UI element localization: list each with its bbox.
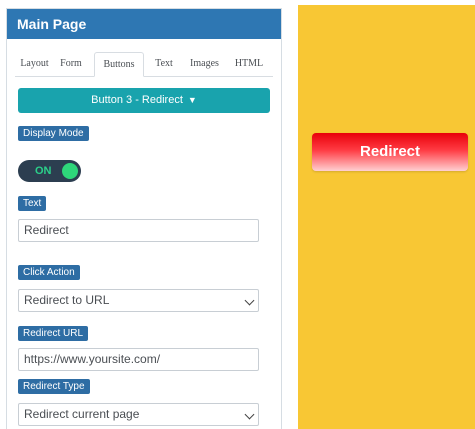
tab-bar: Layout Form Buttons Text Images HTML xyxy=(15,52,273,77)
redirect-preview-button[interactable]: Redirect xyxy=(312,133,468,171)
redirect-url-input[interactable]: https://www.yoursite.com/ xyxy=(18,348,259,371)
click-action-select[interactable]: Redirect to URL xyxy=(18,289,259,312)
tab-images[interactable]: Images xyxy=(183,52,226,76)
tab-buttons[interactable]: Buttons xyxy=(94,52,144,77)
panel-title: Main Page xyxy=(7,9,281,39)
tab-form[interactable]: Form xyxy=(54,52,88,76)
chevron-down-icon xyxy=(244,409,255,420)
tab-text[interactable]: Text xyxy=(148,52,180,76)
button-selector-label: Button 3 - Redirect xyxy=(91,94,183,106)
redirect-type-value: Redirect current page xyxy=(24,407,140,421)
toggle-knob xyxy=(62,163,78,179)
tab-layout[interactable]: Layout xyxy=(15,52,54,76)
preview-canvas: Redirect xyxy=(298,5,475,429)
display-mode-label: Display Mode xyxy=(18,126,89,141)
text-input[interactable]: Redirect xyxy=(18,219,259,242)
click-action-value: Redirect to URL xyxy=(24,293,110,307)
redirect-type-select[interactable]: Redirect current page xyxy=(18,403,259,426)
tab-html[interactable]: HTML xyxy=(229,52,269,76)
editor-panel: Main Page Layout Form Buttons Text Image… xyxy=(6,8,282,429)
redirect-url-label: Redirect URL xyxy=(18,326,89,341)
redirect-type-label: Redirect Type xyxy=(18,379,90,394)
toggle-state-label: ON xyxy=(35,165,52,177)
button-selector-dropdown[interactable]: Button 3 - Redirect ▼ xyxy=(18,88,270,113)
chevron-down-icon xyxy=(244,295,255,306)
display-mode-toggle[interactable]: ON xyxy=(18,160,81,182)
text-label: Text xyxy=(18,196,47,211)
click-action-label: Click Action xyxy=(18,265,80,280)
caret-down-icon: ▼ xyxy=(187,95,197,105)
